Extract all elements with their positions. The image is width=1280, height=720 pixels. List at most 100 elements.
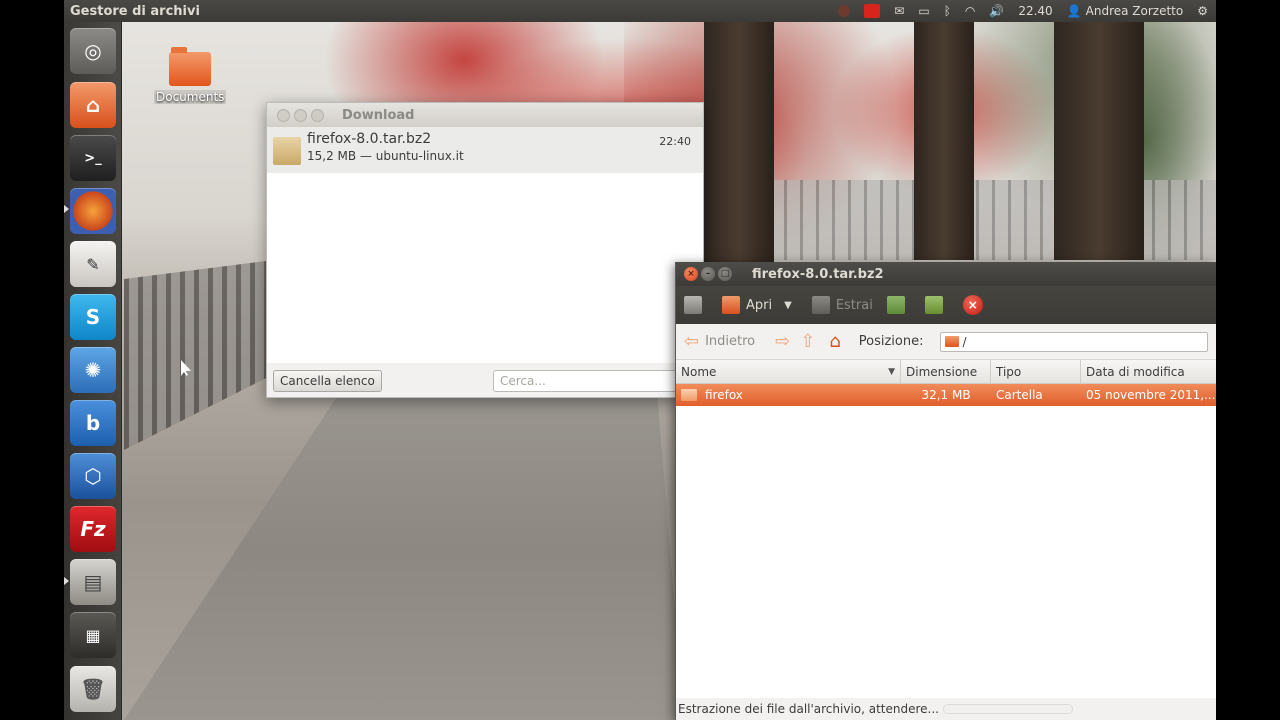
- open-button[interactable]: Apri ▼: [722, 296, 792, 314]
- launcher: ◎ ⌂ >_ ✎ S ✺ b ⬡ Fz ▤ ▦ 🗑: [64, 22, 122, 720]
- maximize-icon[interactable]: [311, 108, 324, 122]
- location-bar: ⇦ Indietro ⇨ ⇧ ⌂ Posizione: /: [676, 324, 1216, 360]
- top-panel: Gestore di archivi ✉ ▭ ᛒ ◠ 🔊 22.40 👤 And…: [64, 0, 1216, 22]
- terminal-icon[interactable]: >_: [70, 135, 116, 181]
- download-window-titlebar[interactable]: Download: [267, 103, 703, 127]
- download-item[interactable]: firefox-8.0.tar.bz2 15,2 MB — ubuntu-lin…: [267, 127, 703, 173]
- column-header-type[interactable]: Tipo: [991, 360, 1081, 383]
- stop-icon: ×: [962, 295, 983, 315]
- cell-date: 05 novembre 2011,...: [1086, 388, 1216, 402]
- column-header-label: Tipo: [996, 364, 1022, 379]
- download-filename: firefox-8.0.tar.bz2: [307, 131, 432, 147]
- battery-icon[interactable]: ▭: [918, 4, 929, 18]
- chevron-down-icon[interactable]: ▼: [784, 300, 792, 311]
- workspace-switcher-icon[interactable]: ▦: [70, 612, 116, 658]
- extract-label: Estrai: [835, 297, 873, 313]
- record-indicator-icon[interactable]: [838, 5, 851, 17]
- back-arrow-icon[interactable]: ⇦: [684, 331, 699, 352]
- status-text: Estrazione dei file dall'archivio, atten…: [678, 702, 939, 716]
- cell-size: 32,1 MB: [921, 388, 971, 402]
- volume-icon[interactable]: 🔊: [989, 4, 1004, 18]
- add-files-button[interactable]: [886, 296, 911, 314]
- download-footer: Cancella elenco: [267, 365, 703, 397]
- add-folder-button[interactable]: [924, 296, 949, 314]
- app-swirl-icon[interactable]: ✺: [70, 347, 116, 393]
- search-input[interactable]: [493, 370, 697, 392]
- forward-arrow-icon[interactable]: ⇨: [775, 331, 790, 352]
- new-archive-button[interactable]: [684, 296, 708, 314]
- mail-icon[interactable]: ✉: [894, 4, 904, 18]
- app-b-icon[interactable]: b: [70, 400, 116, 446]
- archive-manager-icon[interactable]: ▤: [70, 559, 116, 605]
- clock[interactable]: 22.40: [1018, 4, 1052, 18]
- active-app-title: Gestore di archivi: [70, 3, 200, 19]
- stop-button[interactable]: ×: [962, 295, 983, 315]
- sort-descending-icon: ▼: [888, 366, 895, 377]
- running-indicator: [64, 577, 69, 585]
- dash-home-icon[interactable]: ◎: [70, 28, 116, 74]
- table-row[interactable]: firefox 32,1 MB Cartella 05 novembre 201…: [676, 384, 1216, 406]
- open-label: Apri: [746, 297, 773, 313]
- clear-list-button[interactable]: Cancella elenco: [273, 370, 382, 392]
- bluetooth-icon[interactable]: ᛒ: [944, 4, 951, 18]
- column-header-size[interactable]: Dimensione: [901, 360, 991, 383]
- background-tree: [1054, 0, 1144, 260]
- extract-icon: [811, 296, 830, 314]
- filezilla-icon[interactable]: Fz: [70, 506, 116, 552]
- skype-icon[interactable]: S: [70, 294, 116, 340]
- download-list: firefox-8.0.tar.bz2 15,2 MB — ubuntu-lin…: [267, 127, 703, 363]
- column-header-date[interactable]: Data di modifica: [1081, 360, 1216, 383]
- progress-fill: [944, 705, 1072, 713]
- status-bar: Estrazione dei file dall'archivio, atten…: [676, 698, 1216, 720]
- back-label[interactable]: Indietro: [705, 334, 755, 349]
- location-path: /: [962, 334, 967, 349]
- virtualbox-icon[interactable]: ⬡: [70, 453, 116, 499]
- indicator-area: ✉ ▭ ᛒ ◠ 🔊 22.40 👤 Andrea Zorzetto ⚙: [838, 4, 1216, 18]
- open-archive-icon: [722, 296, 740, 314]
- cell-type: Cartella: [996, 388, 1043, 402]
- background-road: [124, 380, 684, 720]
- minimize-icon[interactable]: [294, 108, 307, 122]
- archive-window-titlebar[interactable]: × – □ firefox-8.0.tar.bz2: [676, 262, 1216, 286]
- trash-icon[interactable]: 🗑: [70, 666, 116, 712]
- firefox-icon[interactable]: [70, 188, 116, 234]
- window-title: firefox-8.0.tar.bz2: [752, 266, 884, 282]
- progress-bar: [943, 704, 1073, 714]
- file-list: firefox 32,1 MB Cartella 05 novembre 201…: [676, 384, 1216, 698]
- row-name: firefox: [705, 388, 743, 402]
- column-header-name[interactable]: Nome ▼: [676, 360, 901, 383]
- up-arrow-icon[interactable]: ⇧: [800, 331, 815, 352]
- wifi-icon[interactable]: ◠: [965, 4, 975, 18]
- background-tree: [914, 0, 974, 260]
- background-tree: [704, 0, 774, 280]
- add-folder-icon: [924, 296, 943, 314]
- desktop-folder-label: Documents: [154, 90, 227, 104]
- close-icon[interactable]: [277, 108, 290, 122]
- folder-icon: [681, 389, 697, 401]
- app-indicator-icon[interactable]: [864, 4, 881, 18]
- column-header-label: Data di modifica: [1086, 364, 1185, 379]
- download-details: 15,2 MB — ubuntu-linux.it: [307, 149, 464, 163]
- home-folder-icon[interactable]: ⌂: [70, 82, 116, 128]
- close-icon[interactable]: ×: [684, 267, 698, 281]
- maximize-icon[interactable]: □: [718, 267, 732, 281]
- text-editor-icon[interactable]: ✎: [70, 241, 116, 287]
- add-files-icon: [886, 296, 905, 314]
- minimize-icon[interactable]: –: [701, 267, 715, 281]
- user-name[interactable]: Andrea Zorzetto: [1086, 4, 1184, 18]
- home-icon[interactable]: ⌂: [829, 331, 840, 352]
- archive-manager-window: × – □ firefox-8.0.tar.bz2 Apri ▼ Estrai …: [675, 262, 1216, 720]
- window-title: Download: [342, 107, 415, 123]
- session-gear-icon[interactable]: ⚙: [1197, 4, 1208, 18]
- folder-icon: [944, 336, 959, 347]
- position-label: Posizione:: [858, 334, 924, 349]
- download-time: 22:40: [659, 135, 691, 148]
- cell-name: firefox: [676, 384, 901, 406]
- desktop-folder-documents[interactable]: Documents: [154, 44, 227, 105]
- file-list-header: Nome ▼ Dimensione Tipo Data di modifica: [676, 360, 1216, 384]
- archive-file-icon: [273, 137, 301, 165]
- new-archive-icon: [684, 296, 702, 314]
- location-input[interactable]: /: [939, 331, 1208, 352]
- extract-button[interactable]: Estrai: [811, 296, 873, 314]
- column-header-label: Dimensione: [906, 364, 978, 379]
